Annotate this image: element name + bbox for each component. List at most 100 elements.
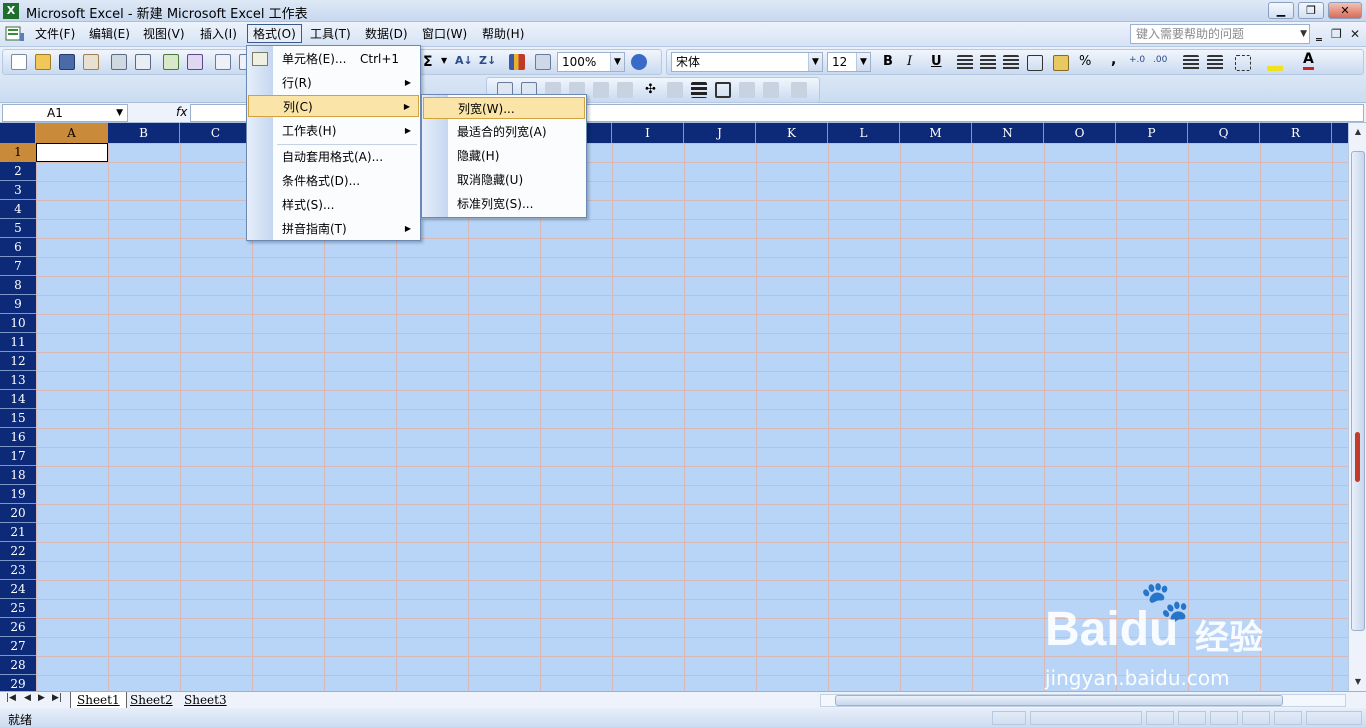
percent-button[interactable]: % [1079,54,1091,69]
underline-button[interactable]: U [931,54,942,69]
menu-item-cells[interactable]: 单元格(E)... Ctrl+1 [248,48,419,70]
new-icon[interactable] [11,54,27,70]
chevron-down-icon[interactable]: ▼ [116,105,123,121]
fill-color-icon[interactable] [1267,55,1283,71]
italic-button[interactable]: I [907,54,912,69]
autosum-icon[interactable]: Σ [423,54,433,70]
column-header[interactable]: R [1260,123,1332,143]
row-header[interactable]: 21 [0,523,36,542]
row-header[interactable]: 25 [0,599,36,618]
submenu-item-hide[interactable]: 隐藏(H) [423,145,585,167]
column-header[interactable]: L [828,123,900,143]
menu-item-autoformat[interactable]: 自动套用格式(A)... [248,146,419,168]
align-left-icon[interactable] [957,55,973,71]
column-header[interactable]: Q [1188,123,1260,143]
compress-icon[interactable] [617,82,633,98]
menu-view[interactable]: 视图(V) [138,25,190,44]
column-header[interactable]: C [180,123,252,143]
select-all-button[interactable] [0,123,36,143]
align-center-icon[interactable] [980,55,996,71]
menu-data[interactable]: 数据(D) [360,25,413,44]
row-header[interactable]: 6 [0,238,36,257]
submenu-item-column-width[interactable]: 列宽(W)... [423,97,585,119]
chevron-down-icon[interactable]: ▼ [808,53,822,71]
next-sheet-icon[interactable]: ▶ [38,693,45,703]
set-transparent-icon[interactable] [763,82,779,98]
minimize-button[interactable]: ▁ [1268,2,1294,19]
help-search-input[interactable]: 键入需要帮助的问题 ▼ [1130,24,1310,44]
font-size-select[interactable]: 12 ▼ [827,52,871,72]
print-icon[interactable] [111,54,127,70]
decrease-indent-icon[interactable] [1183,55,1199,71]
active-cell-a1[interactable] [36,143,108,162]
submenu-item-standard-width[interactable]: 标准列宽(S)... [423,193,585,215]
column-header[interactable]: O [1044,123,1116,143]
merge-center-icon[interactable] [1027,55,1043,71]
last-sheet-icon[interactable]: ▶| [52,693,62,703]
brightness-down-icon[interactable] [593,82,609,98]
row-header[interactable]: 24 [0,580,36,599]
column-header[interactable]: A [36,123,108,143]
doc-restore-button[interactable]: ❐ [1331,27,1342,41]
row-header[interactable]: 19 [0,485,36,504]
column-header[interactable]: J [684,123,756,143]
rotate-icon[interactable] [667,82,683,98]
menu-edit[interactable]: 编辑(E) [84,25,135,44]
menu-tools[interactable]: 工具(T) [305,25,356,44]
sort-descending-icon[interactable]: Z↓ [479,54,496,67]
doc-minimize-button[interactable]: ‗ [1316,27,1322,41]
row-header[interactable]: 28 [0,656,36,675]
column-header[interactable]: P [1116,123,1188,143]
format-picture-icon[interactable] [739,82,755,98]
cut-icon[interactable] [215,54,231,70]
horizontal-scrollbar[interactable] [820,694,1346,707]
column-header[interactable]: K [756,123,828,143]
compress-pictures-icon[interactable] [715,82,731,98]
save-icon[interactable] [59,54,75,70]
comma-button[interactable]: , [1111,52,1116,68]
submenu-item-autofit[interactable]: 最适合的列宽(A) [423,121,585,143]
chevron-down-icon[interactable]: ▼ [856,53,870,71]
row-header[interactable]: 26 [0,618,36,637]
row-header[interactable]: 16 [0,428,36,447]
row-header[interactable]: 23 [0,561,36,580]
fx-icon[interactable]: fx [176,105,187,119]
row-header[interactable]: 20 [0,504,36,523]
crop-icon[interactable]: ✣ [645,82,656,97]
research-icon[interactable] [187,54,203,70]
name-box[interactable]: A1 ▼ [2,104,128,122]
scroll-up-icon[interactable]: ▲ [1351,125,1365,139]
row-header[interactable]: 8 [0,276,36,295]
row-header[interactable]: 29 [0,675,36,691]
chart-wizard-icon[interactable] [509,54,525,70]
zoom-select[interactable]: 100% ▼ [557,52,625,72]
vertical-scrollbar[interactable]: ▲ ▼ [1348,123,1366,691]
row-header[interactable]: 2 [0,162,36,181]
column-header[interactable]: N [972,123,1044,143]
menu-window[interactable]: 窗口(W) [417,25,472,44]
menu-format[interactable]: 格式(O) [247,24,302,43]
column-header[interactable]: I [612,123,684,143]
restore-button[interactable]: ❐ [1298,2,1324,19]
currency-icon[interactable] [1053,55,1069,71]
row-header[interactable]: 10 [0,314,36,333]
menu-help[interactable]: 帮助(H) [477,25,529,44]
permission-icon[interactable] [83,54,99,70]
print-preview-icon[interactable] [135,54,151,70]
row-header[interactable]: 15 [0,409,36,428]
row-header[interactable]: 4 [0,200,36,219]
submenu-item-unhide[interactable]: 取消隐藏(U) [423,169,585,191]
autosum-dropdown-icon[interactable]: ▼ [441,56,447,65]
row-header[interactable]: 1 [0,143,36,162]
row-header[interactable]: 9 [0,295,36,314]
scroll-down-icon[interactable]: ▼ [1351,675,1365,689]
column-header[interactable]: B [108,123,180,143]
vertical-scroll-thumb[interactable] [1351,151,1365,631]
font-color-icon[interactable]: A [1303,52,1314,70]
decrease-decimal-icon[interactable]: .00 [1153,55,1167,65]
sort-ascending-icon[interactable]: A↓ [455,54,473,67]
row-header[interactable]: 14 [0,390,36,409]
row-header[interactable]: 18 [0,466,36,485]
menu-item-conditional-format[interactable]: 条件格式(D)... [248,170,419,192]
menu-item-phonetic[interactable]: 拼音指南(T) ▶ [248,218,419,240]
